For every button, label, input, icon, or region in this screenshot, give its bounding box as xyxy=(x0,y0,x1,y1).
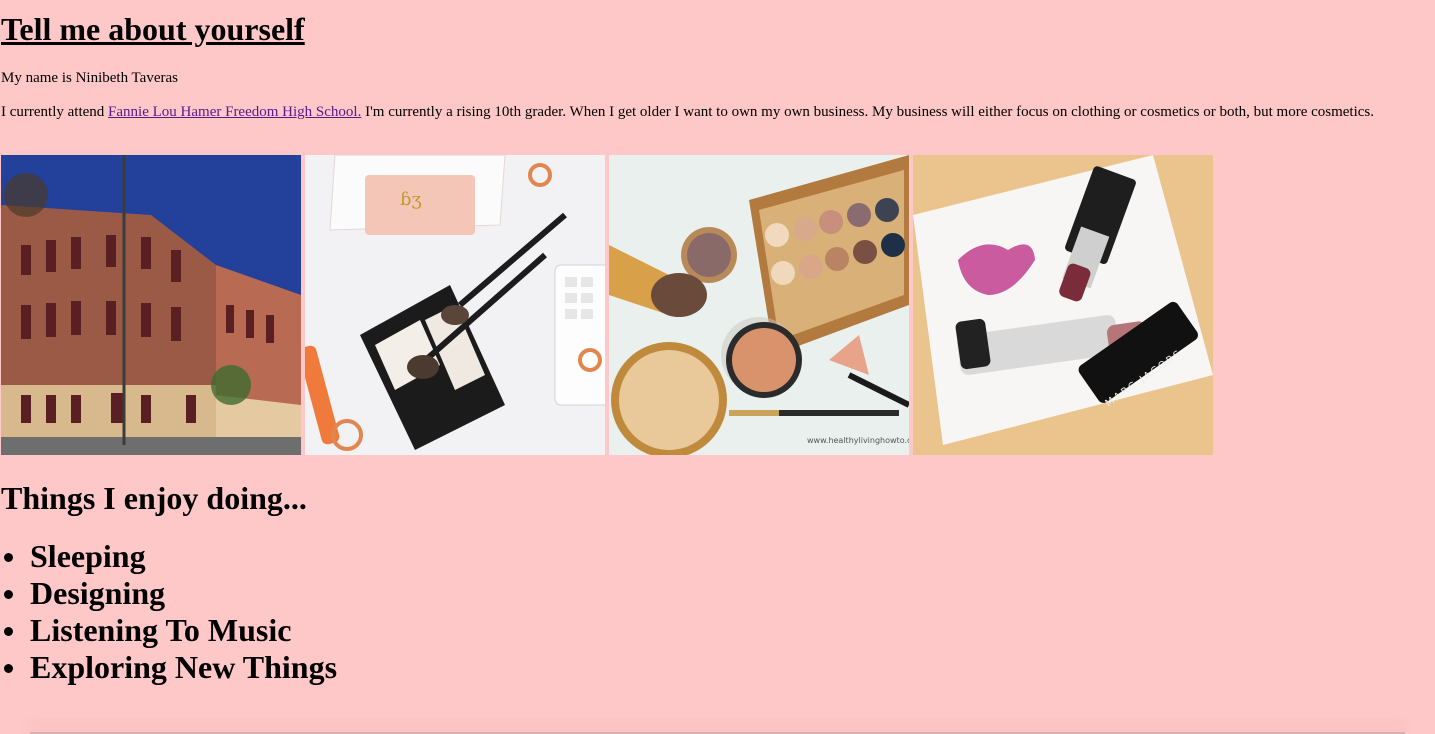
list-item: Exploring New Things xyxy=(1,649,337,686)
school-building-photo xyxy=(1,155,301,455)
list-item: Sleeping xyxy=(1,538,337,575)
lipstick-photo: MARC JACOBS xyxy=(913,155,1213,455)
list-item: Listening To Music xyxy=(1,612,337,649)
intro-prefix: I currently attend xyxy=(1,104,109,120)
svg-text:ɓʒ: ɓʒ xyxy=(400,189,422,210)
photo-gallery: ɓʒ www.healthylivinghowto. MARC JACOBS xyxy=(1,155,1217,455)
hobby-label: Designing xyxy=(30,575,166,611)
hobby-label: Listening To Music xyxy=(30,612,292,648)
bullet-icon xyxy=(4,627,13,636)
hobby-label: Exploring New Things xyxy=(30,649,338,685)
name-paragraph: My name is Ninibeth Taveras xyxy=(1,70,178,86)
hobbies-list: Sleeping Designing Listening To Music Ex… xyxy=(1,538,337,686)
list-item: Designing xyxy=(1,575,337,612)
page-title: Tell me about yourself xyxy=(1,11,305,47)
bullet-icon xyxy=(4,553,13,562)
photo-watermark: www.healthylivinghowto.com xyxy=(807,436,909,445)
school-link[interactable]: Fannie Lou Hamer Freedom High School. xyxy=(108,104,361,120)
enjoy-heading: Things I enjoy doing... xyxy=(1,480,307,516)
bullet-icon xyxy=(4,590,13,599)
intro-suffix: I'm currently a rising 10th grader. When… xyxy=(361,104,1374,120)
bullet-icon xyxy=(4,664,13,673)
intro-paragraph: I currently attend Fannie Lou Hamer Free… xyxy=(1,103,1419,121)
hobby-label: Sleeping xyxy=(30,538,146,574)
makeup-compact-photo: ɓʒ xyxy=(305,155,605,455)
eyeshadow-palette-photo: www.healthylivinghowto.com xyxy=(609,155,909,455)
